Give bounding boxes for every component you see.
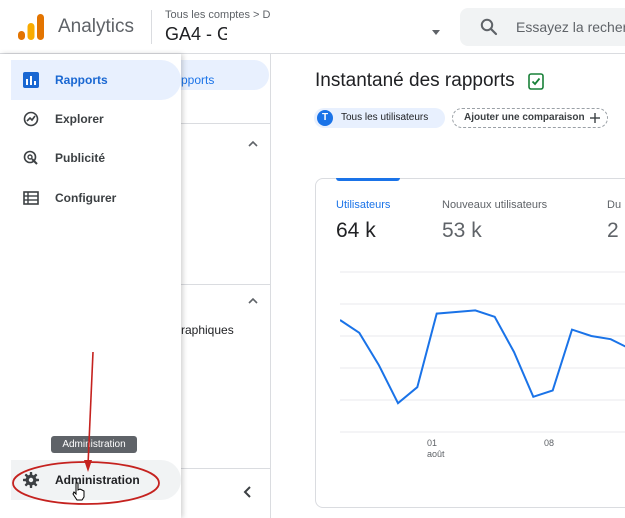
x-tick-label: 08 <box>544 438 554 448</box>
metric-label: Du <box>607 199 622 211</box>
nav-item-label: Rapports <box>55 73 108 87</box>
chevron-left-icon[interactable] <box>243 486 253 498</box>
property-dropdown-icon[interactable] <box>432 30 440 35</box>
metric-tab-users[interactable]: Utilisateurs 64 k <box>336 199 390 243</box>
top-header: Analytics Tous les comptes > Démo GA4 - … <box>0 0 625 54</box>
segment-chip-all-users[interactable]: T Tous les utilisateurs <box>314 108 445 128</box>
nav-item-advertising[interactable]: Publicité <box>11 138 181 178</box>
subnav-item-label[interactable]: raphiques <box>181 323 234 337</box>
metric-value: 53 k <box>442 219 482 242</box>
nav-item-configure[interactable]: Configurer <box>11 178 181 218</box>
add-comparison-label: Ajouter une comparaison <box>464 112 585 123</box>
gear-icon <box>23 472 39 488</box>
metric-label: Utilisateurs <box>336 199 391 211</box>
nav-item-label: Publicité <box>55 151 106 165</box>
search-placeholder: Essayez la recherche <box>516 19 625 35</box>
nav-item-administration[interactable]: Administration <box>11 460 181 500</box>
active-metric-indicator <box>336 178 400 181</box>
analytics-logo-icon[interactable] <box>18 14 44 40</box>
app-name: Analytics <box>58 16 135 37</box>
subnav-divider <box>181 468 270 469</box>
subnav-divider <box>181 123 270 124</box>
nav-item-label: Configurer <box>55 191 117 205</box>
secondary-nav: pports raphiques <box>161 54 271 518</box>
administration-tooltip: Administration <box>51 436 137 453</box>
advertising-icon <box>23 150 38 165</box>
subnav-item-label: pports <box>181 73 215 87</box>
hand-cursor-icon <box>72 482 85 501</box>
metric-tab-duration[interactable]: Du 2 <box>607 199 621 243</box>
header-divider <box>151 10 152 44</box>
plus-icon <box>590 113 600 123</box>
chevron-up-icon[interactable] <box>248 139 258 149</box>
bar-chart-icon <box>23 72 39 88</box>
metric-value: 64 k <box>336 219 376 242</box>
search-input[interactable]: Essayez la recherche <box>460 8 625 46</box>
metric-tab-new-users[interactable]: Nouveaux utilisateurs 53 k <box>442 199 547 243</box>
explore-icon <box>23 111 39 127</box>
page-title: Instantané des rapports <box>315 70 515 91</box>
series-line-users <box>340 309 625 405</box>
users-line-chart: 01août 08 <box>340 271 625 459</box>
property-selector[interactable]: GA4 - Google <box>165 24 227 45</box>
nav-item-explore[interactable]: Explorer <box>11 99 181 139</box>
nav-item-label: Administration <box>55 473 140 487</box>
verified-report-icon <box>528 73 544 90</box>
segment-letter-badge: T <box>317 110 333 126</box>
segment-chip-label: Tous les utilisateurs <box>341 112 429 123</box>
x-tick-label: 01 <box>427 438 437 448</box>
add-comparison-button[interactable]: Ajouter une comparaison <box>452 108 608 128</box>
x-tick-month-label: août <box>427 449 445 459</box>
account-breadcrumb[interactable]: Tous les comptes > Démo <box>165 9 270 21</box>
search-icon <box>480 18 498 36</box>
configure-list-icon <box>23 191 39 205</box>
metric-value: 2 <box>607 219 619 242</box>
subnav-divider <box>181 284 270 285</box>
chevron-up-icon[interactable] <box>248 296 258 306</box>
metric-label: Nouveaux utilisateurs <box>442 199 548 211</box>
nav-item-reports[interactable]: Rapports <box>11 60 181 100</box>
nav-item-label: Explorer <box>55 112 104 126</box>
